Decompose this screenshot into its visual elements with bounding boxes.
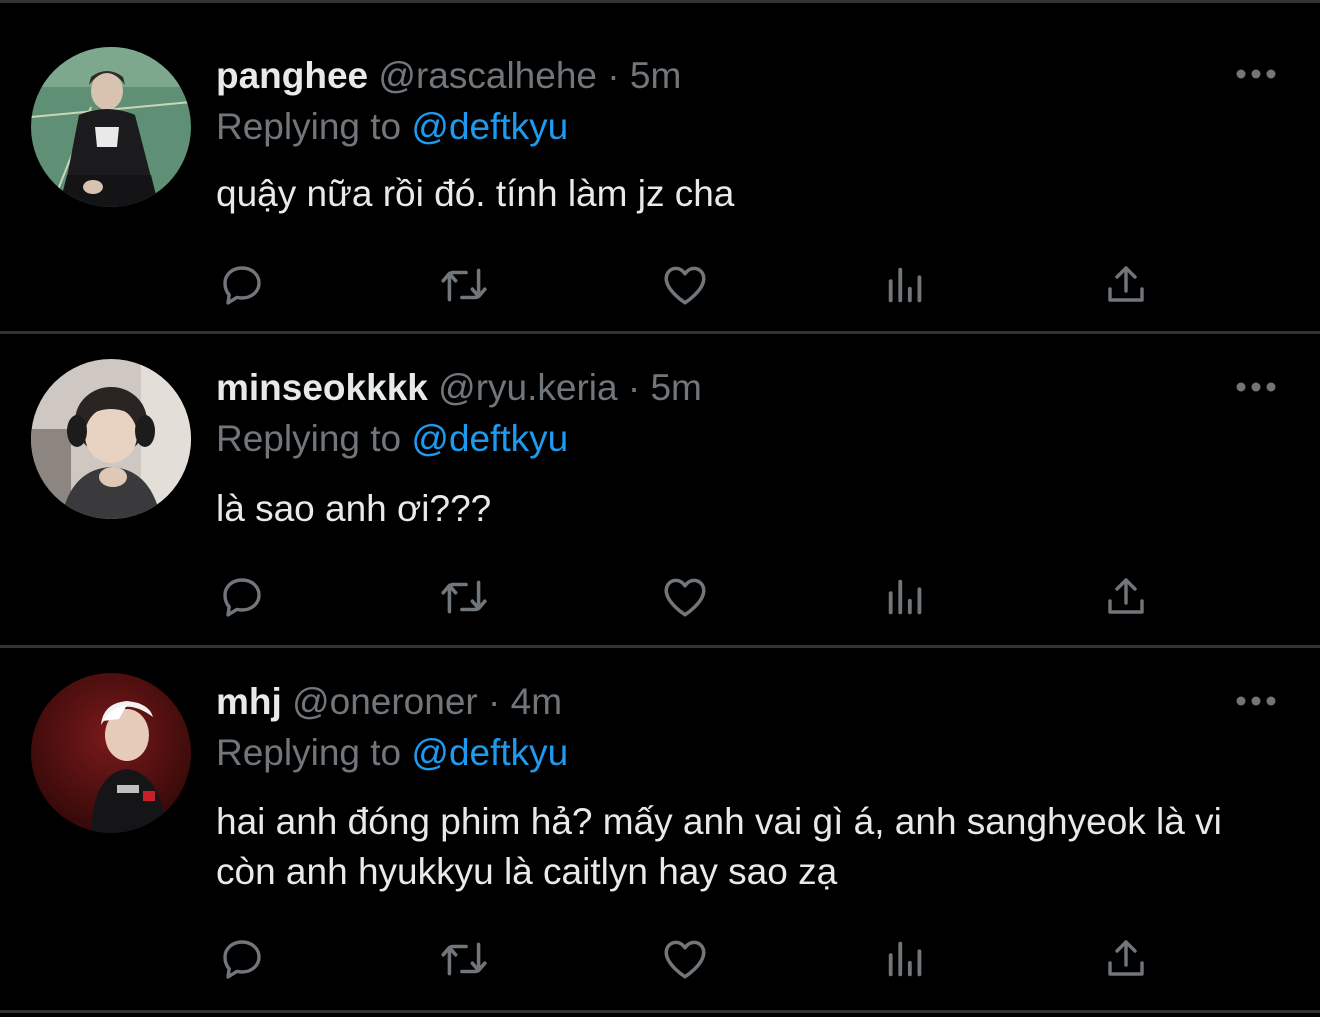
more-options-button[interactable] <box>1234 375 1278 399</box>
like-button[interactable] <box>657 569 713 625</box>
reply-button[interactable] <box>214 569 270 625</box>
views-button[interactable] <box>878 257 934 313</box>
reply-tweet[interactable]: minseokkkk @ryu.keria · 5m Replying to @… <box>0 334 1320 645</box>
more-icon <box>1236 382 1276 392</box>
reply-tweet[interactable]: panghee @rascalhehe · 5m Replying to @de… <box>0 3 1320 331</box>
user-handle[interactable]: @oneroner <box>292 681 478 722</box>
timestamp[interactable]: 5m <box>650 367 701 408</box>
timestamp[interactable]: 4m <box>511 681 562 722</box>
reply-icon <box>223 578 261 617</box>
views-button[interactable] <box>878 569 934 625</box>
reply-button[interactable] <box>214 257 270 313</box>
user-handle[interactable]: @rascalhehe <box>378 55 597 96</box>
more-options-button[interactable] <box>1234 62 1278 86</box>
display-name[interactable]: mhj <box>216 681 282 722</box>
replying-to-line: Replying to @deftkyu <box>216 102 568 152</box>
retweet-icon <box>441 942 487 976</box>
like-button[interactable] <box>657 931 713 987</box>
views-icon <box>888 579 922 615</box>
like-icon <box>664 266 706 305</box>
like-icon <box>664 940 706 979</box>
reply-icon <box>223 940 261 979</box>
tweet-text: hai anh đóng phim hả? mấy anh vai gì á, … <box>216 801 1222 892</box>
more-icon <box>1236 696 1276 706</box>
more-options-button[interactable] <box>1234 689 1278 713</box>
replying-to-line: Replying to @deftkyu <box>216 414 568 464</box>
retweet-icon <box>441 580 487 614</box>
mention-link[interactable]: @deftkyu <box>411 106 568 147</box>
views-icon <box>888 941 922 977</box>
share-icon <box>1108 266 1144 302</box>
separator-dot: · <box>488 681 501 722</box>
tweet-text: quậy nữa rồi đó. tính làm jz cha <box>216 173 735 214</box>
separator-dot: · <box>627 367 641 408</box>
retweet-button[interactable] <box>436 569 492 625</box>
share-button[interactable] <box>1098 569 1154 625</box>
bottom-divider <box>0 1010 1320 1013</box>
replying-prefix: Replying to <box>216 732 402 773</box>
reply-icon <box>223 266 261 305</box>
views-button[interactable] <box>878 931 934 987</box>
retweet-button[interactable] <box>436 931 492 987</box>
tweet-header: panghee @rascalhehe · 5m <box>216 51 681 101</box>
share-button[interactable] <box>1098 257 1154 313</box>
retweet-icon <box>441 268 487 302</box>
avatar[interactable] <box>31 673 191 833</box>
display-name[interactable]: minseokkkk <box>216 367 428 408</box>
replying-prefix: Replying to <box>216 106 402 147</box>
mention-link[interactable]: @deftkyu <box>411 732 568 773</box>
avatar[interactable] <box>31 359 191 519</box>
avatar[interactable] <box>31 47 191 207</box>
separator-dot: · <box>607 55 620 96</box>
like-icon <box>664 578 706 617</box>
views-icon <box>888 267 922 303</box>
tweet-text: là sao anh ơi??? <box>216 488 492 529</box>
share-icon <box>1108 578 1144 614</box>
user-handle[interactable]: @ryu.keria <box>438 367 617 408</box>
share-icon <box>1108 940 1144 976</box>
reply-tweet[interactable]: mhj @oneroner · 4m Replying to @deftkyu … <box>0 648 1320 1007</box>
more-icon <box>1236 69 1276 79</box>
mention-link[interactable]: @deftkyu <box>411 418 568 459</box>
replying-to-line: Replying to @deftkyu <box>216 728 568 778</box>
display-name[interactable]: panghee <box>216 55 368 96</box>
tweet-header: mhj @oneroner · 4m <box>216 677 562 727</box>
retweet-button[interactable] <box>436 257 492 313</box>
reply-button[interactable] <box>214 931 270 987</box>
tweet-header: minseokkkk @ryu.keria · 5m <box>216 363 702 413</box>
timestamp[interactable]: 5m <box>630 55 681 96</box>
replying-prefix: Replying to <box>216 418 402 459</box>
like-button[interactable] <box>657 257 713 313</box>
share-button[interactable] <box>1098 931 1154 987</box>
